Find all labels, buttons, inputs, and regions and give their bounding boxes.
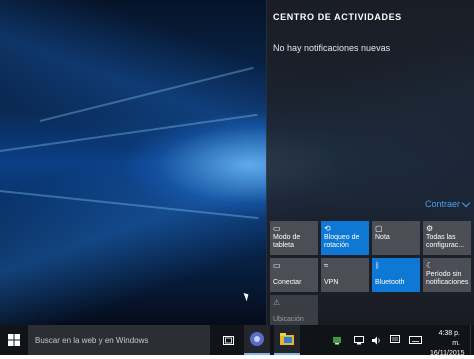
tile-label: Conectar: [273, 279, 302, 286]
tile-vpn[interactable]: ≈ VPN: [321, 258, 369, 292]
tray-notifications-button[interactable]: [388, 325, 402, 355]
tray-display-button[interactable]: [352, 325, 366, 355]
tile-rotation-lock[interactable]: ⟲ Bloqueo de rotación: [321, 221, 369, 255]
tile-location[interactable]: ⚠ Ubicación: [270, 295, 318, 329]
action-center-icon: [390, 335, 400, 343]
task-view-icon: [222, 335, 234, 345]
bluetooth-icon: ᛒ: [375, 261, 380, 270]
vpn-icon: ≈: [324, 261, 329, 270]
search-input[interactable]: Buscar en la web y en Windows: [28, 325, 210, 355]
tray-network-button[interactable]: [330, 325, 344, 355]
network-icon: [333, 337, 341, 345]
tile-label: Período sin: [426, 271, 462, 278]
search-placeholder: Buscar en la web y en Windows: [35, 335, 149, 345]
connect-icon: ▭: [273, 261, 281, 270]
note-icon: ▢: [375, 224, 383, 233]
tile-label: notificaciones: [426, 279, 469, 286]
collapse-label: Contraer: [424, 199, 460, 209]
tablet-mode-icon: ▭: [273, 224, 281, 233]
chevron-down-icon: [461, 198, 471, 207]
taskbar-app-file-explorer[interactable]: [274, 325, 300, 355]
tile-all-settings[interactable]: ⚙ Todas las configurac...: [423, 221, 471, 255]
tile-label: Ubicación: [273, 316, 304, 323]
action-center-panel: CENTRO DE ACTIVIDADES No hay notificacio…: [266, 0, 474, 329]
file-explorer-icon: [280, 333, 294, 345]
light-ray: [39, 66, 254, 122]
tray-volume-button[interactable]: [370, 325, 384, 355]
tile-label: Nota: [375, 234, 390, 241]
show-desktop-button[interactable]: [470, 325, 474, 355]
collapse-button[interactable]: Contraer: [424, 198, 471, 209]
no-notifications-message: No hay notificaciones nuevas: [273, 43, 391, 53]
clock-time: 4:38 p. m.: [438, 330, 460, 347]
task-view-button[interactable]: [218, 325, 238, 355]
location-icon: ⚠: [273, 298, 281, 307]
settings-icon: ⚙: [426, 224, 434, 233]
clock-date: 16/11/2015: [430, 350, 465, 357]
tray-keyboard-button[interactable]: [406, 325, 424, 355]
tile-quiet-hours[interactable]: ☾ Período sin notificaciones: [423, 258, 471, 292]
display-icon: [354, 335, 364, 344]
tile-label: Bloqueo de: [324, 234, 360, 241]
tile-label: Bluetooth: [375, 279, 405, 286]
tile-label: rotación: [324, 242, 349, 249]
tile-label: tableta: [273, 242, 295, 249]
browser-icon: [250, 332, 264, 346]
rotation-lock-icon: ⟲: [324, 224, 331, 233]
keyboard-icon: [408, 336, 422, 344]
windows-logo-icon: [8, 334, 20, 346]
taskbar-app-browser[interactable]: [244, 325, 270, 355]
start-button[interactable]: [0, 325, 28, 355]
tile-note[interactable]: ▢ Nota: [372, 221, 420, 255]
tile-bluetooth[interactable]: ᛒ Bluetooth: [372, 258, 420, 292]
taskbar: Buscar en la web y en Windows 4:38 p. m.…: [0, 325, 474, 357]
tile-label: Todas las: [426, 234, 456, 241]
tile-label: VPN: [324, 279, 339, 286]
tile-connect[interactable]: ▭ Conectar: [270, 258, 318, 292]
volume-icon: [372, 336, 380, 344]
quiet-hours-icon: ☾: [426, 261, 434, 270]
action-center-title: CENTRO DE ACTIVIDADES: [273, 12, 402, 22]
light-ray: [0, 190, 259, 220]
tile-label: Modo de: [273, 234, 301, 241]
tile-tablet-mode[interactable]: ▭ Modo de tableta: [270, 221, 318, 255]
tile-label: configurac...: [426, 242, 465, 249]
